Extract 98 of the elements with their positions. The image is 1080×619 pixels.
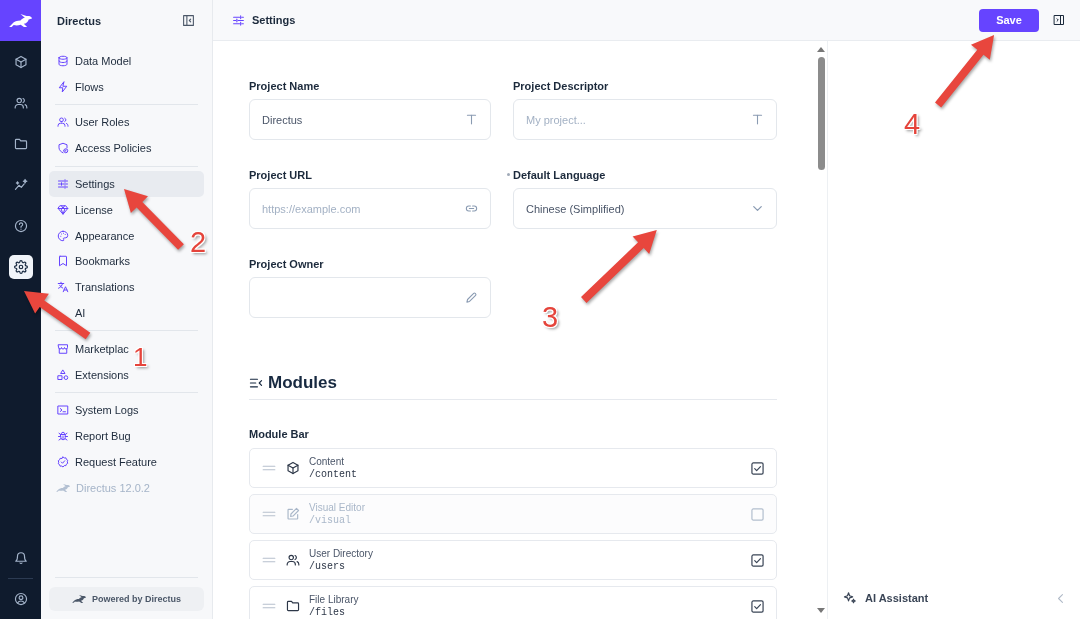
bolt-icon	[57, 80, 69, 93]
database-icon	[57, 54, 69, 67]
pencil-icon	[465, 291, 478, 304]
module-name: File Library	[309, 592, 359, 606]
checkbox[interactable]	[751, 553, 764, 567]
menu-collapse-icon	[249, 376, 263, 390]
nav-item[interactable]: Bookmarks	[57, 254, 131, 269]
terminal-icon	[57, 404, 69, 417]
link-icon	[465, 202, 478, 215]
trend-chart-icon	[13, 177, 28, 192]
nav-item[interactable]: Appearance	[57, 228, 135, 243]
users-icon	[57, 116, 69, 129]
module-path: /content	[309, 467, 357, 482]
help-icon	[13, 218, 28, 233]
project-title: Directus	[57, 14, 102, 27]
sparkle-icon	[843, 591, 857, 605]
save-button[interactable]: Save	[979, 8, 1039, 32]
shield-icon	[57, 142, 69, 155]
bookmark-icon	[57, 255, 69, 268]
nav-item[interactable]: Flows	[57, 79, 104, 94]
checkbox[interactable]	[751, 507, 764, 521]
checkbox[interactable]	[751, 599, 764, 613]
annotation-number: 4	[904, 110, 921, 139]
nav-item[interactable]: User Roles	[57, 115, 130, 130]
nav-item[interactable]: System Logs	[57, 403, 139, 418]
page-title: Settings	[252, 14, 296, 26]
rabbit-icon	[56, 483, 70, 492]
ai-assistant-toggle[interactable]: AI Assistant	[828, 578, 1080, 618]
nav-item[interactable]: Report Bug	[57, 429, 131, 444]
module-row[interactable]: Content /content	[249, 448, 777, 488]
annotation-number: 2	[190, 228, 207, 257]
sliders-icon	[232, 13, 245, 27]
chevron-left-icon	[1058, 593, 1063, 603]
chevron-down-icon	[753, 206, 762, 211]
field-label: Project Name	[249, 80, 320, 92]
nav-item[interactable]: Extensions	[57, 367, 129, 382]
rail-nav-button[interactable]	[8, 254, 33, 279]
module-row[interactable]: User Directory /users	[249, 540, 777, 580]
panel-toggle-icon[interactable]	[1053, 14, 1065, 26]
shapes-icon	[57, 368, 69, 381]
edit-icon	[286, 507, 300, 521]
drag-handle-icon	[262, 603, 276, 609]
text-field[interactable]: Directus	[249, 99, 491, 140]
nav-item[interactable]: Access Policies	[57, 141, 152, 156]
nav-item[interactable]: AI	[75, 305, 86, 320]
bell-icon	[13, 551, 28, 565]
store-icon	[57, 342, 69, 355]
cube-icon	[13, 54, 28, 69]
scrollbar-thumb[interactable]	[817, 57, 825, 170]
users-icon	[13, 95, 28, 110]
dropdown-select[interactable]: Chinese (Simplified)	[513, 188, 777, 229]
palette-icon	[57, 229, 69, 242]
nav-item[interactable]: Translations	[57, 280, 135, 295]
module-name: User Directory	[309, 546, 373, 560]
scroll-down-icon[interactable]	[817, 608, 825, 613]
users-icon	[286, 553, 300, 567]
settings-icon	[13, 259, 28, 274]
checkbox[interactable]	[751, 461, 764, 475]
text-type-icon	[465, 113, 478, 126]
scroll-up-icon[interactable]	[817, 47, 825, 52]
module-path: /visual	[309, 513, 352, 528]
folder-icon	[286, 599, 300, 613]
module-name: Content	[309, 454, 346, 468]
rabbit-icon	[72, 595, 86, 603]
module-path: /users	[309, 559, 346, 574]
nav-item[interactable]: License	[57, 202, 113, 217]
field-label: Project Descriptor	[513, 80, 609, 92]
folder-icon	[13, 136, 28, 151]
field-label: Module Bar	[249, 427, 309, 441]
module-row[interactable]: File Library /files	[249, 586, 777, 619]
drag-handle-icon	[262, 511, 276, 517]
nav-item[interactable]: Request Feature	[57, 454, 157, 469]
translate-icon	[57, 281, 69, 294]
section-title: Modules	[268, 372, 337, 394]
nav-item[interactable]: Data Model	[57, 53, 132, 68]
annotation-arrow	[24, 291, 91, 340]
module-path: /files	[309, 605, 346, 619]
sliders-icon	[57, 178, 69, 190]
user-field[interactable]	[249, 277, 491, 318]
field-label: Default Language	[513, 169, 606, 181]
annotation-number: 3	[542, 303, 559, 332]
drag-handle-icon	[262, 557, 276, 563]
badge-check-icon	[57, 455, 69, 468]
field-label: Project URL	[249, 169, 312, 181]
powered-by-link[interactable]: Powered by Directus	[49, 587, 204, 611]
module-name: Visual Editor	[309, 500, 365, 514]
drag-handle-icon	[262, 465, 276, 471]
annotation-number: 1	[133, 344, 148, 370]
sidebar-collapse-icon[interactable]	[182, 14, 195, 27]
text-type-icon	[751, 113, 764, 126]
bug-icon	[57, 430, 69, 443]
diamond-icon	[57, 203, 69, 216]
field-label: Project Owner	[249, 258, 324, 270]
nav-item[interactable]: Settings	[49, 171, 204, 197]
cube-icon	[286, 461, 300, 475]
user-circle-icon	[13, 592, 28, 606]
nav-item[interactable]: Marketplac	[57, 341, 129, 356]
rabbit-logo-icon[interactable]	[0, 0, 41, 41]
